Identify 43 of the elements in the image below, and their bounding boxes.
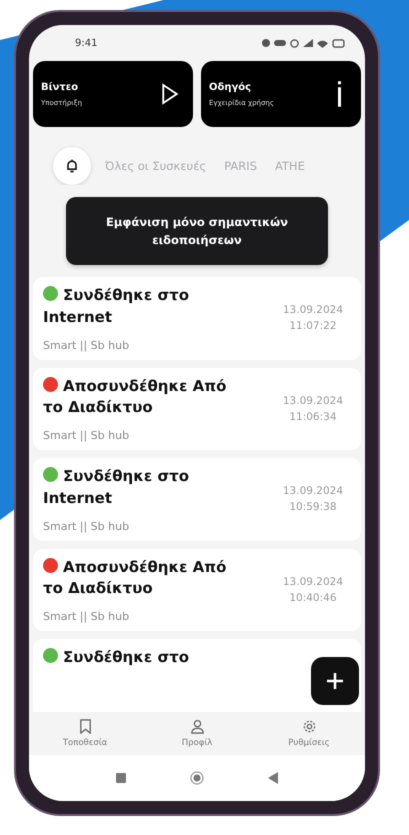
add-button[interactable]	[311, 657, 359, 705]
device-name: Smart || Sb hub	[43, 520, 130, 532]
notification-card[interactable]: Συνδέθηκε στο	[33, 639, 361, 712]
play-icon	[161, 81, 179, 107]
nav-item[interactable]: Ρυθμίσεις	[264, 718, 354, 749]
device-name: Smart || Sb hub	[43, 429, 130, 442]
notification-card[interactable]: Συνδέθηκε στο Internet Smart || Sb hub 13.09.2024 10:59:38	[33, 458, 361, 540]
device-name: Smart || Sb hub	[43, 610, 130, 623]
notification-title: Συνδέθηκε στο Internet	[43, 285, 190, 328]
back-icon[interactable]	[268, 772, 278, 784]
plus-icon	[325, 671, 345, 691]
notification-title: Συνδέθηκε στο Internet	[43, 466, 190, 509]
status-time: 9:41	[75, 38, 98, 48]
notification-title: Συνδέθηκε στο	[43, 647, 243, 669]
notification-time: 10:40:46	[289, 592, 337, 604]
important-filter-button[interactable]: Εμφάνιση μόνο σημαντικών ειδοποιήσεων	[66, 197, 328, 265]
device-name: Smart || Sb hub	[43, 338, 130, 352]
nav-item[interactable]: Τοποθεσία	[40, 718, 130, 749]
notification-time: 11:07:22	[289, 320, 337, 332]
notification-date: 13.09.2024	[282, 304, 343, 316]
notification-time: 11:06:34	[289, 410, 337, 423]
card-title: Βίντεο	[41, 82, 80, 92]
card-title: Οδηγός	[209, 82, 252, 92]
wifi-icon	[317, 38, 328, 48]
notification-date: 13.09.2024	[282, 394, 343, 407]
info-icon	[338, 81, 341, 107]
nav-item[interactable]: Προφίλ	[152, 718, 242, 749]
settings-icon	[302, 719, 316, 734]
signal-icon	[303, 39, 313, 47]
notification-card[interactable]: Συνδέθηκε στο Internet Smart || Sb hub 13.09.2024 11:07:22	[33, 277, 361, 360]
notification-card[interactable]: Αποσυνδέθηκε Από το Διαδίκτυο Smart || Sb hub 13.09.2024 11:06:34	[33, 368, 361, 450]
bookmark-icon	[78, 719, 92, 734]
notifications-tab[interactable]	[53, 147, 91, 185]
notification-time: 10:59:38	[289, 501, 337, 514]
home-icon[interactable]	[190, 771, 204, 785]
person-icon	[190, 719, 204, 734]
notification-date: 13.09.2024	[282, 576, 343, 588]
battery-icon	[332, 38, 345, 48]
notification-card[interactable]: Αποσυνδέθηκε Από το Διαδίκτυο Smart || Sb hub 13.09.2024 10:40:46	[33, 548, 361, 631]
notification-title: Αποσυνδέθηκε Από το Διαδίκτυο	[43, 376, 228, 418]
notification-title: Αποσυνδέθηκε Από το Διαδίκτυο	[43, 556, 228, 600]
bell-icon	[64, 158, 80, 174]
notification-date: 13.09.2024	[282, 485, 343, 498]
